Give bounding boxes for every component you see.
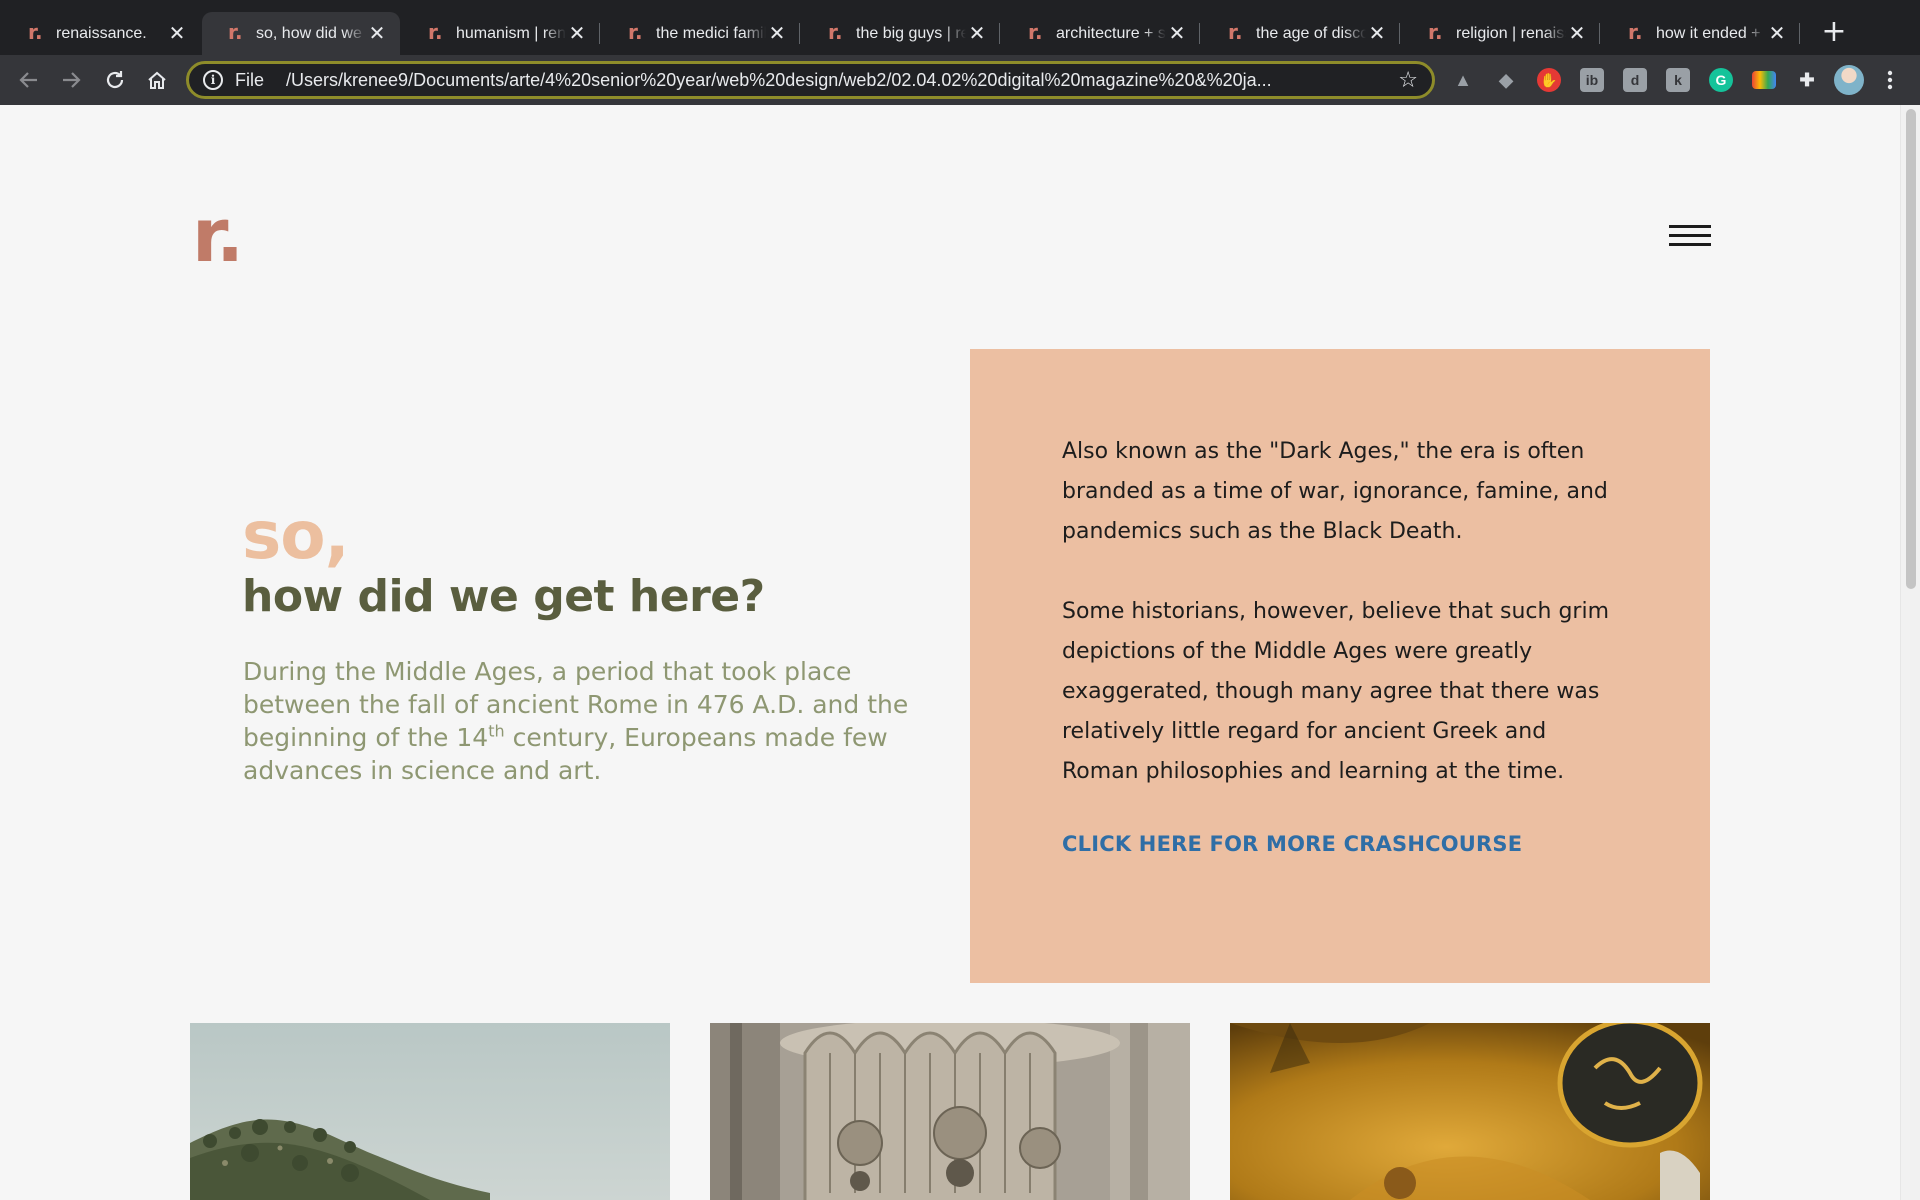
- reload-button[interactable]: [96, 61, 134, 99]
- tab-title: how it ended + after: [1656, 24, 1766, 42]
- d-extension-icon[interactable]: d: [1623, 68, 1647, 92]
- k-extension-icon[interactable]: k: [1666, 68, 1690, 92]
- page-scrollbar[interactable]: [1900, 105, 1920, 1200]
- tab-separator: [999, 23, 1000, 44]
- browser-tab[interactable]: r. religion | renaissance✕: [1402, 12, 1600, 55]
- card-paragraph-1: Also known as the "Dark Ages," the era i…: [1062, 439, 1608, 544]
- home-button[interactable]: [138, 61, 176, 99]
- site-favicon-icon: r.: [1628, 19, 1643, 44]
- url-text[interactable]: /Users/krenee9/Documents/arte/4%20senior…: [286, 70, 1386, 91]
- browser-menu-button[interactable]: [1870, 61, 1910, 99]
- close-tab-icon[interactable]: ✕: [1766, 21, 1788, 46]
- golden-mosaic-image[interactable]: [1230, 1023, 1710, 1200]
- site-info-icon[interactable]: i: [203, 70, 223, 90]
- tab-title: humanism | renaissance: [456, 24, 566, 42]
- tab-title: the age of discovery: [1256, 24, 1366, 42]
- close-tab-icon[interactable]: ✕: [166, 21, 188, 46]
- hamburger-menu-button[interactable]: [1669, 225, 1711, 249]
- address-bar[interactable]: i File /Users/krenee9/Documents/arte/4%2…: [186, 61, 1435, 99]
- browser-tab[interactable]: r. the medici family ✕: [602, 12, 800, 55]
- tab-title: the big guys | renaissance: [856, 24, 966, 42]
- forward-button[interactable]: [52, 61, 90, 99]
- tab-title: the medici family: [656, 24, 766, 42]
- close-tab-icon[interactable]: ✕: [366, 21, 388, 46]
- tab-separator: [1799, 23, 1800, 44]
- tab-separator: [1199, 23, 1200, 44]
- arrow-right-icon: [63, 72, 81, 88]
- close-tab-icon[interactable]: ✕: [1166, 21, 1188, 46]
- tab-title: architecture + science: [1056, 24, 1166, 42]
- browser-tab[interactable]: r. humanism | renaissance✕: [402, 12, 600, 55]
- tab-strip: r. renaissance. ✕ r. so, how did we get here…: [0, 0, 1920, 55]
- browser-tab[interactable]: r. how it ended + after✕: [1602, 12, 1800, 55]
- extensions-puzzle-icon[interactable]: ✚: [1795, 68, 1819, 92]
- card-paragraph-2: Some historians, however, believe that s…: [1062, 599, 1610, 784]
- google-drive-icon[interactable]: ▲: [1451, 68, 1475, 92]
- close-tab-icon[interactable]: ✕: [1566, 21, 1588, 46]
- adblock-icon[interactable]: ✋: [1537, 68, 1561, 92]
- hillside-landscape-image[interactable]: [190, 1023, 670, 1200]
- info-card: Also known as the "Dark Ages," the era i…: [970, 349, 1710, 983]
- hero-eyebrow: so,: [242, 497, 350, 574]
- back-button[interactable]: [10, 61, 48, 99]
- grammarly-icon[interactable]: G: [1709, 68, 1733, 92]
- tab-separator: [599, 23, 600, 44]
- hamburger-line: [1669, 243, 1711, 246]
- hero-lead-paragraph: During the Middle Ages, a period that to…: [243, 655, 923, 787]
- browser-tab[interactable]: r. the age of discovery✕: [1202, 12, 1400, 55]
- close-tab-icon[interactable]: ✕: [766, 21, 788, 46]
- hamburger-line: [1669, 234, 1711, 237]
- tab-separator: [799, 23, 800, 44]
- lead-superscript: th: [488, 721, 505, 741]
- browser-tab[interactable]: r. renaissance. ✕: [2, 12, 200, 55]
- site-favicon-icon: r.: [1428, 19, 1443, 44]
- carved-column-image[interactable]: [710, 1023, 1190, 1200]
- site-favicon-icon: r.: [1028, 19, 1043, 44]
- tab-separator: [1599, 23, 1600, 44]
- color-picker-icon[interactable]: ▬: [1752, 71, 1776, 89]
- site-favicon-icon: r.: [1228, 19, 1243, 44]
- close-tab-icon[interactable]: ✕: [1366, 21, 1388, 46]
- new-tab-button[interactable]: +: [1818, 12, 1850, 52]
- site-favicon-icon: r.: [228, 19, 243, 44]
- close-tab-icon[interactable]: ✕: [566, 21, 588, 46]
- browser-tab[interactable]: r. the big guys | renaissance✕: [802, 12, 1000, 55]
- browser-toolbar: i File /Users/krenee9/Documents/arte/4%2…: [0, 55, 1920, 105]
- url-scheme-label: File: [235, 69, 265, 90]
- crashcourse-link[interactable]: CLICK HERE FOR MORE CRASHCOURSE: [1062, 832, 1522, 856]
- tab-separator: [1399, 23, 1400, 44]
- tab-title: religion | renaissance: [1456, 24, 1566, 42]
- site-favicon-icon: r.: [428, 19, 443, 44]
- tab-title: so, how did we get here?: [256, 24, 366, 42]
- site-favicon-icon: r.: [828, 19, 843, 44]
- page-title: how did we get here?: [242, 571, 765, 622]
- site-favicon-icon: r.: [28, 19, 43, 44]
- ib-extension-icon[interactable]: ib: [1580, 68, 1604, 92]
- browser-tab[interactable]: r. so, how did we get here?✕: [202, 12, 400, 55]
- bookmark-star-icon[interactable]: ☆: [1398, 68, 1418, 93]
- tab-title: renaissance.: [56, 24, 147, 42]
- home-icon: [148, 71, 166, 89]
- profile-avatar[interactable]: [1834, 65, 1864, 95]
- scrollbar-thumb[interactable]: [1906, 109, 1916, 589]
- close-tab-icon[interactable]: ✕: [966, 21, 988, 46]
- site-logo[interactable]: r.: [192, 199, 244, 273]
- site-favicon-icon: r.: [628, 19, 643, 44]
- browser-tab[interactable]: r. architecture + science✕: [1002, 12, 1200, 55]
- reload-icon: [106, 71, 124, 89]
- page-content: r. so, how did we get here? During the M…: [0, 105, 1900, 1200]
- dropbox-icon[interactable]: ◆: [1494, 68, 1518, 92]
- hamburger-line: [1669, 225, 1711, 228]
- arrow-left-icon: [19, 72, 37, 88]
- kebab-menu-icon: [1887, 70, 1893, 90]
